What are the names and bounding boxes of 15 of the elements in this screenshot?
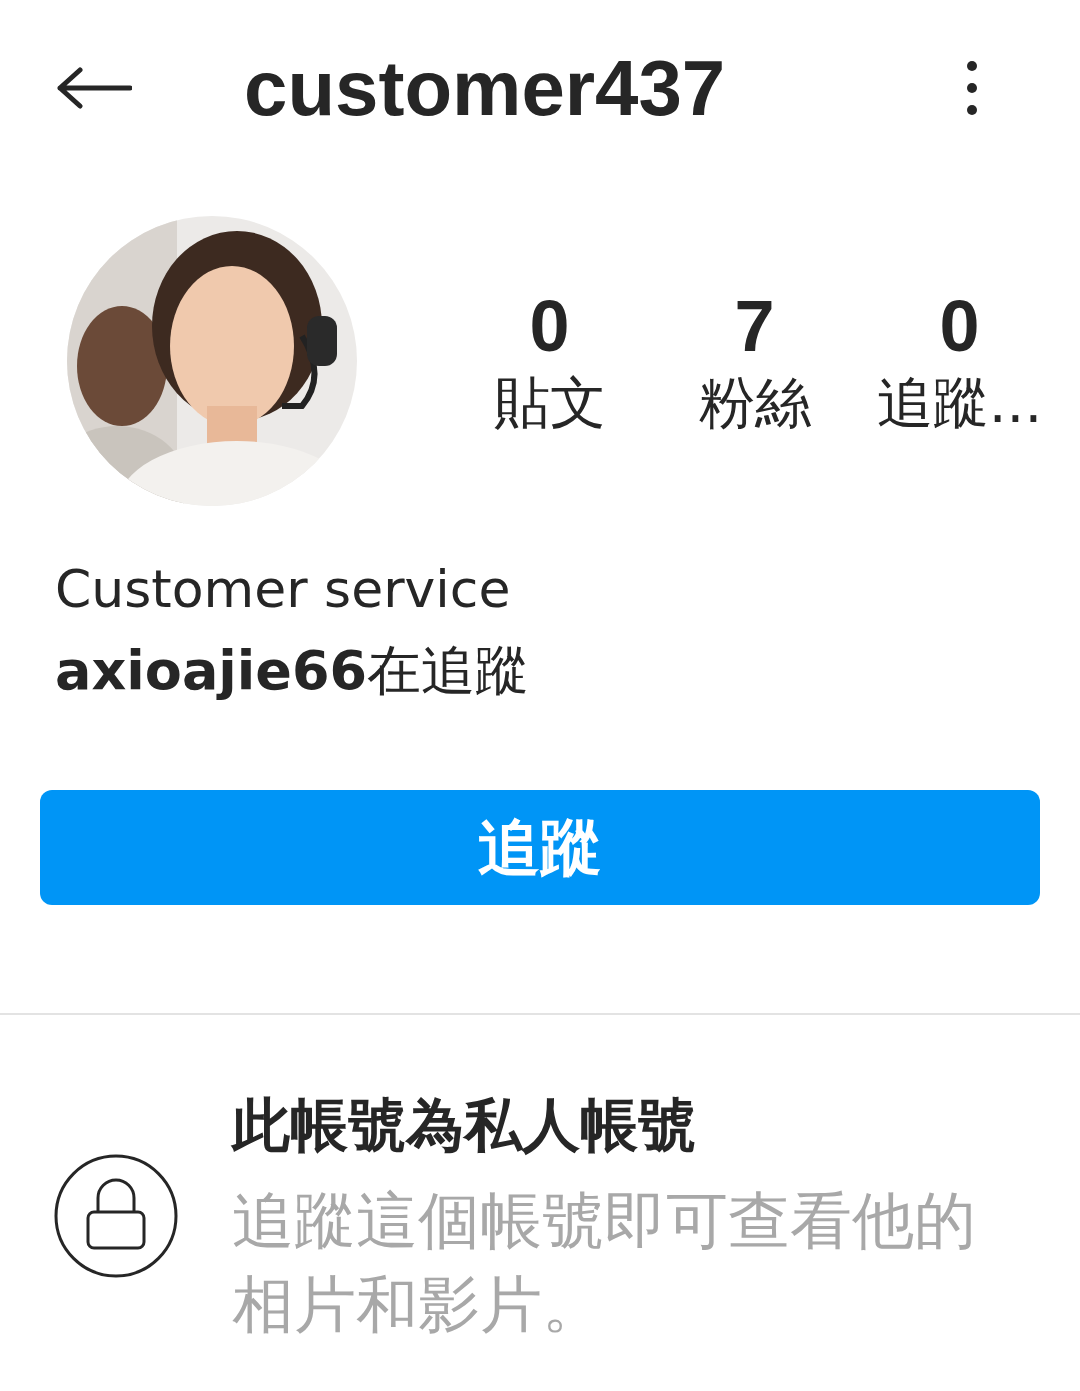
private-account-message: 追蹤這個帳號即可查看他的相片和影片。: [232, 1183, 977, 1343]
display-name: Customer service: [55, 558, 512, 621]
stat-label: 粉絲: [698, 369, 811, 437]
stat-count: 0: [529, 285, 570, 368]
profile-username: customer437: [244, 42, 727, 134]
private-account-title: 此帳號為私人帳號: [232, 1090, 697, 1161]
stat-count: 0: [939, 285, 980, 368]
follow-button[interactable]: 追蹤: [40, 790, 1040, 905]
back-icon[interactable]: [56, 66, 132, 110]
lock-icon: [54, 1154, 178, 1278]
stat-label: 貼文: [493, 369, 606, 437]
stat-count: 7: [734, 285, 775, 368]
followed-by-text: axioajie66在追蹤: [55, 638, 531, 704]
more-options-icon[interactable]: [966, 60, 978, 116]
stat-label: 追蹤...: [876, 369, 1043, 437]
